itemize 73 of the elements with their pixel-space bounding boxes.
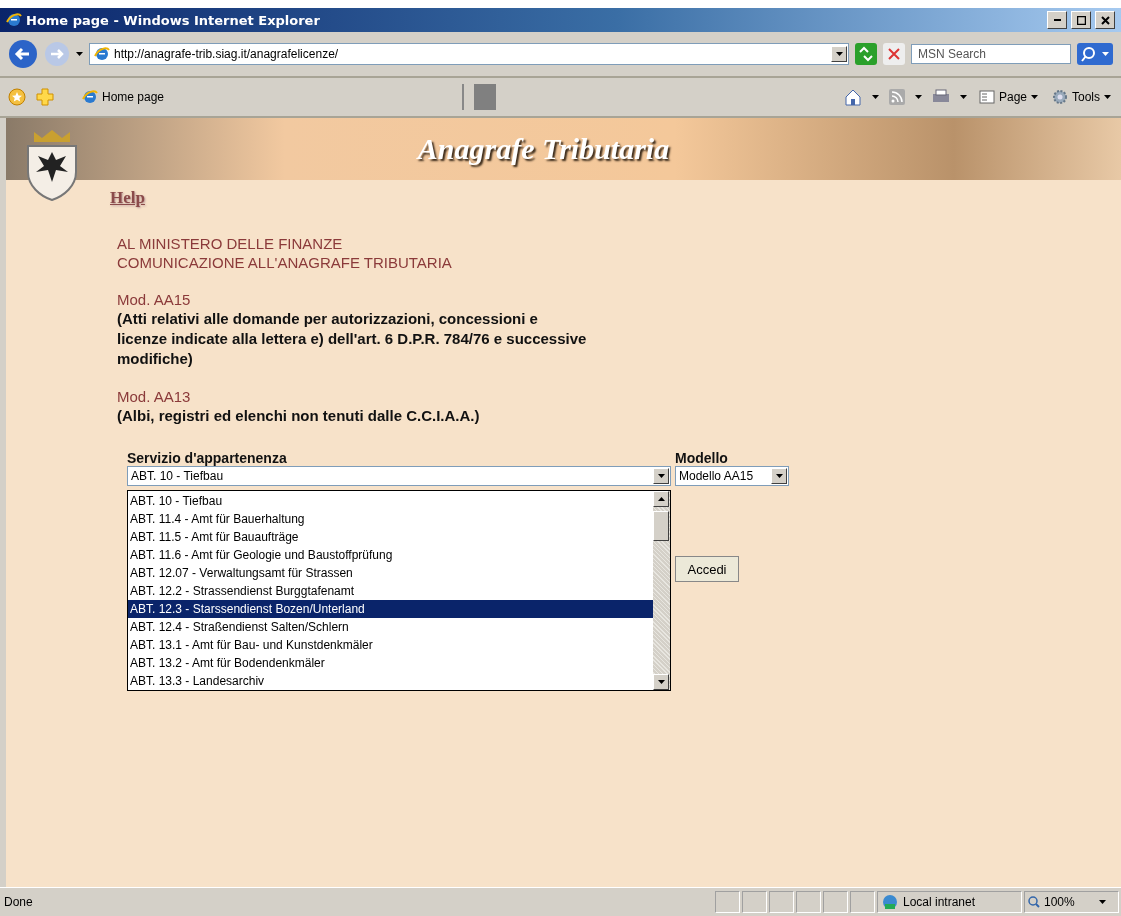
field-label: Modello: [675, 450, 729, 466]
heading: AL MINISTERO DELLE FINANZE COMUNICAZIONE ALL'ANAGRAFE TRIBUTARIA: [117, 234, 453, 272]
field-label: Servizio d'appartenenza: [127, 450, 288, 466]
model-select[interactable]: Modello AA15: [675, 466, 789, 486]
dropdown-option[interactable]: ABT. 12.3 - Starssendienst Bozen/Unterland: [128, 600, 653, 618]
close-icon: [1100, 15, 1110, 25]
caret-icon: [76, 52, 83, 56]
stop-icon[interactable]: [883, 43, 905, 65]
banner-title: Anagrafe Tributaria: [417, 132, 670, 166]
gear-icon: [1052, 89, 1068, 105]
section-description: (Albi, registri ed elenchi non tenuti dalle C.C.I.A.A.): [117, 406, 481, 426]
dropdown-option[interactable]: ABT. 10 - Tiefbau: [128, 492, 653, 510]
section-title: Mod. AA15: [117, 290, 192, 309]
printer-icon[interactable]: [931, 89, 950, 105]
minimize-icon: [1052, 19, 1062, 21]
caret-icon: [657, 680, 665, 684]
dropdown-option[interactable]: ABT. 11.4 - Amt für Bauerhaltung: [128, 510, 653, 528]
caret-icon: [835, 52, 843, 56]
search-field[interactable]: MSN Search: [911, 44, 1071, 64]
scroll-up-button[interactable]: [653, 491, 669, 507]
dropdown-option[interactable]: ABT. 13.1 - Amt für Bau- und Kunstdenkmäler: [128, 636, 653, 654]
caret-icon: [657, 474, 665, 478]
maximize-button[interactable]: [1071, 11, 1091, 29]
status-pane: [715, 891, 740, 913]
submit-button[interactable]: Accedi: [675, 556, 739, 582]
home-icon[interactable]: [843, 88, 862, 106]
section-description: (Atti relativi alle domande per autorizzazioni, concessioni e licenze indicate alla lettera e) dell'art. 6 D.P.R. 784/76 e successive modifiche): [117, 309, 588, 369]
back-icon[interactable]: [8, 39, 38, 69]
dropdown-option[interactable]: ABT. 12.07 - Verwaltungsamt für Strassen: [128, 564, 653, 582]
globe-e-icon: [82, 89, 98, 105]
search-icon[interactable]: [1077, 43, 1113, 65]
caret-icon: [1099, 900, 1106, 904]
dropdown-option[interactable]: ABT. 13.3 - Landesarchiv: [128, 672, 653, 690]
dropdown-option[interactable]: ABT. 12.2 - Strassendienst Burggtafenamt: [128, 582, 653, 600]
page-icon: [978, 89, 995, 105]
service-select[interactable]: ABT. 10 - Tiefbau: [127, 466, 671, 486]
status-pane: [850, 891, 875, 913]
zoom-button[interactable]: 100%: [1024, 891, 1119, 913]
status-pane: [796, 891, 821, 913]
globe-e-icon: [6, 12, 22, 28]
close-button[interactable]: [1095, 11, 1115, 29]
dropdown-option[interactable]: ABT. 12.4 - Straßendienst Salten/Schlern: [128, 618, 653, 636]
status-pane: [769, 891, 794, 913]
window-title: Home page - Windows Internet Explorer: [26, 12, 321, 28]
caret-icon: [871, 95, 879, 99]
dropdown-option[interactable]: ABT. 11.6 - Amt für Geologie und Baustoffprüfung: [128, 546, 653, 564]
zoom-icon: [1028, 896, 1040, 908]
globe-e-icon: [94, 46, 110, 62]
dropdown-button[interactable]: [831, 46, 847, 62]
network-icon: [881, 894, 899, 910]
caret-icon: [775, 474, 783, 478]
dropdown-option[interactable]: ABT. 11.5 - Amt für Bauaufträge: [128, 528, 653, 546]
maximize-icon: [1076, 15, 1086, 25]
caret-icon: [1104, 95, 1111, 99]
zone-pane: Local intranet: [877, 891, 1022, 913]
help-link[interactable]: Help: [110, 188, 145, 208]
command-button[interactable]: Page: [976, 87, 1040, 107]
status-pane: [823, 891, 848, 913]
dropdown-option[interactable]: ABT. 13.2 - Amt für Bodendenkmäler: [128, 654, 653, 672]
scroll-down-button[interactable]: [653, 674, 669, 690]
refresh-icon[interactable]: [855, 43, 877, 65]
caret-icon: [914, 95, 922, 99]
minimize-button[interactable]: [1047, 11, 1067, 29]
up-arrow-icon: [657, 497, 665, 501]
browser-tab[interactable]: Home page: [76, 84, 464, 110]
section-title: Mod. AA13: [117, 387, 192, 406]
caret-icon: [959, 95, 967, 99]
address-field[interactable]: http://anagrafe-trib.siag.it/anagrafelicenze/: [89, 43, 849, 65]
status-text: Done: [3, 895, 34, 909]
scroll-thumb[interactable]: [653, 511, 669, 541]
command-button[interactable]: Tools: [1050, 87, 1113, 107]
status-pane: [742, 891, 767, 913]
caret-icon: [1031, 95, 1038, 99]
